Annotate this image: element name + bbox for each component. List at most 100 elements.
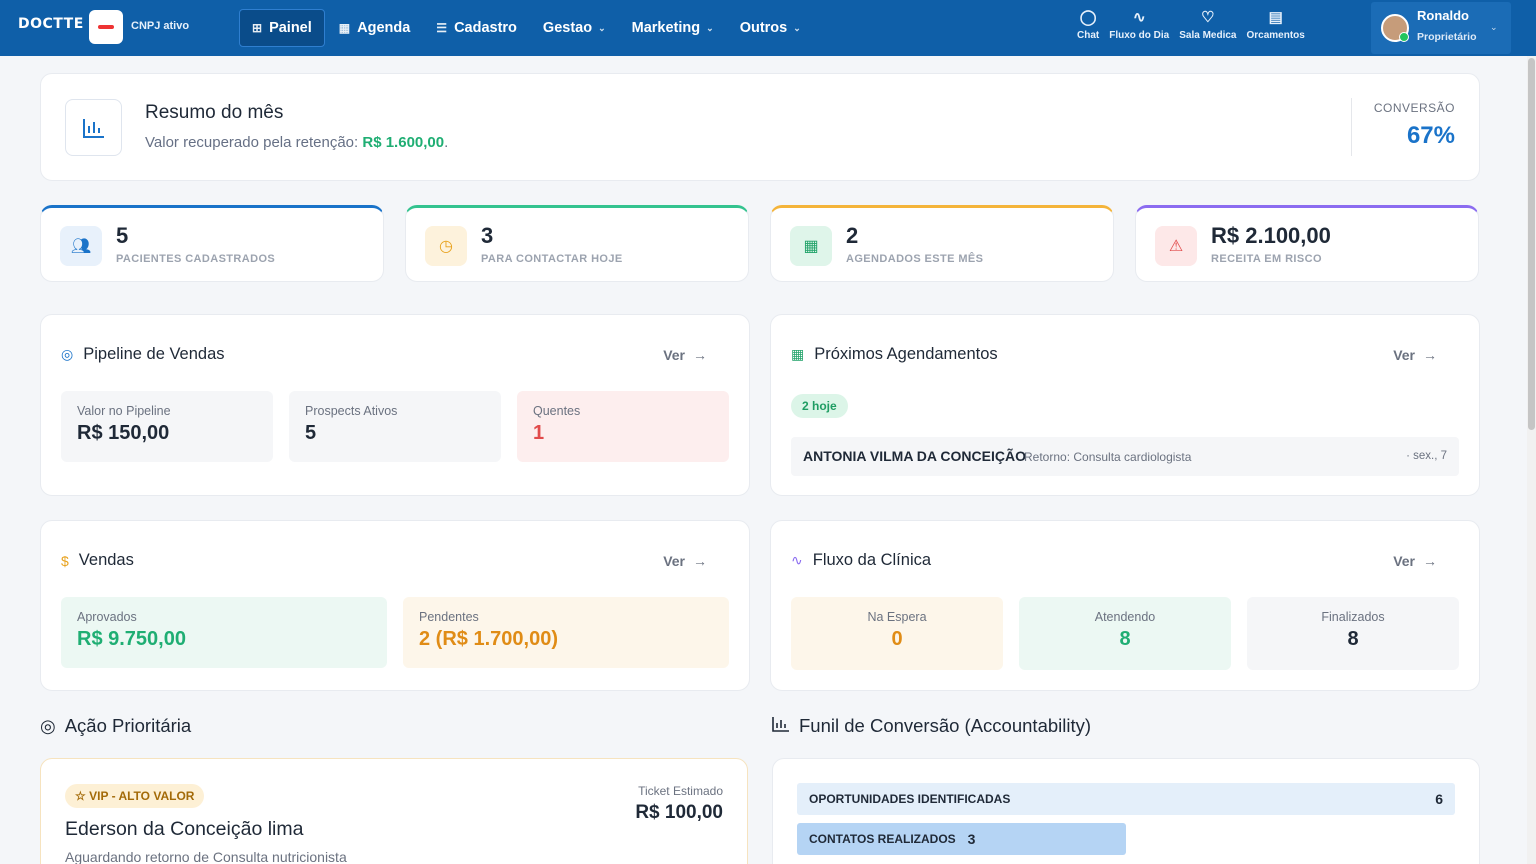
nav-gestao[interactable]: Gestao ⌄ (531, 9, 618, 47)
chevron-down-icon: ⌄ (598, 22, 606, 33)
activity-icon: ∿ (791, 552, 803, 568)
dollar-icon: $ (61, 552, 69, 569)
panel-title: $ Vendas (61, 551, 134, 570)
panel-title: ∿ Fluxo da Clínica (791, 551, 931, 570)
user-name: Ronaldo (1417, 8, 1469, 23)
ticket-value: R$ 100,00 (635, 802, 723, 823)
arrow-right-icon: → (1423, 553, 1437, 569)
attending-box: Atendendo 8 (1019, 597, 1231, 670)
pipeline-value-box: Valor no Pipeline R$ 150,00 (61, 391, 273, 462)
view-appointments-link[interactable]: Ver → (1393, 347, 1437, 363)
nav-painel[interactable]: ⊞ Painel (239, 9, 325, 47)
stat-label: RECEITA EM RISCO (1211, 253, 1322, 265)
nav-label: Gestao (542, 20, 593, 36)
waiting-box: Na Espera 0 (791, 597, 1003, 670)
document-icon: ▤ (1268, 9, 1283, 26)
funnel-stage-opportunities[interactable]: OPORTUNIDADES IDENTIFICADAS 6 (797, 783, 1455, 815)
priority-action-card[interactable]: ☆ VIP - ALTO VALOR Ederson da Conceição … (40, 758, 748, 864)
shortcut-label: Orcamentos (1246, 30, 1305, 41)
nav-label: Cadastro (454, 20, 517, 36)
nav-outros[interactable]: Outros ⌄ (728, 9, 813, 47)
funnel-stage-contacts[interactable]: CONTATOS REALIZADOS 3 (797, 823, 1126, 855)
stat-card-contact-today[interactable]: ◷ 3 PARA CONTACTAR HOJE (405, 205, 749, 282)
month-summary-card: Resumo do mês Valor recuperado pela rete… (40, 73, 1480, 181)
chat-icon: ◯ (1079, 9, 1097, 26)
nav-label: Outros (739, 20, 788, 36)
link-label: Ver (1393, 347, 1415, 363)
stat-card-patients[interactable]: 👥︎ 5 PACIENTES CADASTRADOS (40, 205, 384, 282)
bar-chart-icon (65, 99, 122, 156)
box-label: Aprovados (77, 610, 137, 624)
stat-card-scheduled[interactable]: ▦ 2 AGENDADOS ESTE MÊS (770, 205, 1114, 282)
box-label: Na Espera (867, 610, 927, 624)
shortcut-label: Sala Medica (1179, 30, 1237, 41)
clinic-logo-mark (98, 25, 114, 29)
hot-leads-box: Quentes 1 (517, 391, 729, 462)
bar-chart-icon (772, 716, 790, 737)
appointment-row[interactable]: ANTONIA VILMA DA CONCEIÇÃO Retorno: Cons… (791, 437, 1459, 476)
panel-title-text: Vendas (78, 551, 134, 569)
funnel-stage-label: OPORTUNIDADES IDENTIFICADAS (809, 792, 1011, 806)
nav-agenda[interactable]: ▦ Agenda (327, 9, 423, 47)
grid-icon: ⊞ (252, 21, 263, 35)
nav-marketing[interactable]: Marketing ⌄ (620, 9, 726, 47)
shortcut-sala-medica[interactable]: ♡ Sala Medica (1174, 8, 1241, 41)
clinic-logo[interactable] (89, 10, 123, 44)
clock-icon: ◷ (425, 226, 467, 266)
app-logo[interactable]: DOCTTE (18, 16, 84, 32)
nav-label: Agenda (357, 20, 411, 36)
view-flow-link[interactable]: Ver → (1393, 553, 1437, 569)
scrollbar-thumb[interactable] (1528, 58, 1535, 430)
avatar (1381, 14, 1409, 42)
finished-box: Finalizados 8 (1247, 597, 1459, 670)
retention-amount: R$ 1.600,00 (362, 134, 445, 151)
stat-card-revenue-risk[interactable]: ⚠ R$ 2.100,00 RECEITA EM RISCO (1135, 205, 1479, 282)
box-value: 8 (1347, 628, 1359, 650)
conversion-value: 67% (1406, 122, 1455, 149)
shortcut-fluxo-do-dia[interactable]: ∿ Fluxo do Dia (1104, 8, 1174, 41)
section-title-text: Ação Prioritária (64, 715, 192, 736)
panel-title: ▦ Próximos Agendamentos (791, 345, 998, 364)
vip-badge-label: VIP - ALTO VALOR (89, 789, 195, 803)
stat-value: 2 (846, 223, 859, 248)
users-icon: 👥︎ (60, 226, 102, 266)
stethoscope-icon: ♡ (1201, 9, 1215, 26)
shortcut-label: Fluxo do Dia (1109, 30, 1170, 41)
user-menu[interactable]: Ronaldo Proprietário ⌄ (1371, 2, 1511, 54)
shortcut-bar: ◯ Chat ∿ Fluxo do Dia ♡ Sala Medica ▤ Or… (1072, 8, 1310, 41)
stat-label: PARA CONTACTAR HOJE (481, 253, 623, 265)
box-label: Prospects Ativos (305, 404, 398, 418)
link-label: Ver (663, 347, 685, 363)
panel-title-text: Fluxo da Clínica (812, 551, 932, 569)
view-sales-link[interactable]: Ver → (663, 553, 707, 569)
conversion-funnel-card: OPORTUNIDADES IDENTIFICADAS 6 CONTATOS R… (772, 758, 1480, 864)
priority-section-title: ◎ Ação Prioritária (40, 715, 191, 737)
user-role: Proprietário (1417, 31, 1477, 43)
calendar-icon: ▦ (338, 21, 351, 35)
shortcut-orcamentos[interactable]: ▤ Orcamentos (1242, 8, 1310, 41)
box-value: R$ 150,00 (77, 422, 170, 444)
section-title-text: Funil de Conversão (Accountability) (799, 715, 1092, 736)
shortcut-chat[interactable]: ◯ Chat (1072, 8, 1104, 41)
funnel-section-title: Funil de Conversão (Accountability) (772, 715, 1091, 737)
main-nav: ⊞ Painel ▦ Agenda ☰ Cadastro Gestao ⌄ Ma… (239, 9, 815, 47)
panel-title-text: Pipeline de Vendas (83, 345, 225, 363)
arrow-right-icon: → (1423, 347, 1437, 363)
stat-value: R$ 2.100,00 (1211, 223, 1331, 248)
summary-subtitle: Valor recuperado pela retenção: R$ 1.600… (145, 134, 448, 151)
clinic-flow-card: ∿ Fluxo da Clínica Ver → Na Espera 0 Atend… (770, 520, 1480, 691)
box-label: Atendendo (1094, 610, 1156, 624)
calendar-icon: ▦ (791, 346, 805, 362)
box-value: R$ 9.750,00 (77, 628, 186, 650)
funnel-stage-label: CONTATOS REALIZADOS (809, 832, 956, 846)
nav-label: Marketing (631, 20, 701, 36)
star-icon: ☆ (75, 789, 86, 803)
shortcut-label: Chat (1077, 30, 1100, 41)
nav-cadastro[interactable]: ☰ Cadastro (424, 9, 529, 47)
view-pipeline-link[interactable]: Ver → (663, 347, 707, 363)
arrow-right-icon: → (693, 347, 707, 363)
pending-box: Pendentes 2 (R$ 1.700,00) (403, 597, 729, 668)
box-value: 0 (891, 628, 903, 650)
activity-icon: ∿ (1132, 9, 1146, 26)
chevron-down-icon: ⌄ (706, 22, 714, 33)
